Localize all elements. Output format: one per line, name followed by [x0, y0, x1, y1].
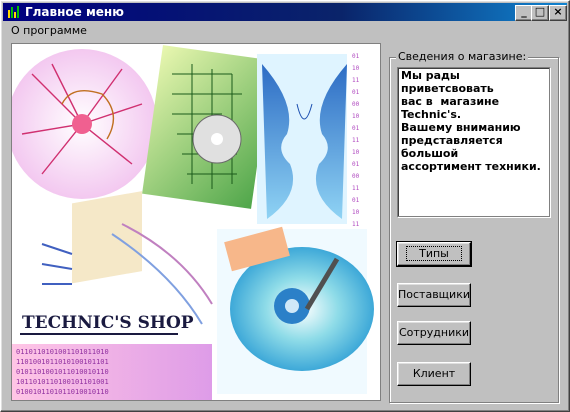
menu-item-about[interactable]: О программе	[11, 24, 87, 37]
close-icon: ×	[553, 5, 563, 18]
close-button[interactable]: ×	[549, 5, 567, 21]
svg-text:00: 00	[352, 101, 360, 108]
svg-text:11: 11	[352, 185, 360, 192]
main-window: Главное меню _ □ × О программе 01 10 11 …	[0, 0, 570, 412]
svg-text:01: 01	[352, 125, 360, 132]
title-bar[interactable]: Главное меню _ □ ×	[3, 3, 567, 21]
svg-text:01: 01	[352, 161, 360, 168]
banner-artwork: 01101101 00100111 10010011 01101101 0110	[12, 44, 380, 400]
maximize-icon: □	[534, 5, 546, 18]
suppliers-button[interactable]: Поставщики	[397, 283, 471, 307]
staff-button[interactable]: Сотрудники	[397, 321, 471, 345]
types-button-label: Типы	[406, 246, 462, 261]
minimize-icon: _	[521, 5, 527, 18]
svg-text:10: 10	[352, 149, 360, 156]
svg-text:1101001011010100101101: 1101001011010100101101	[16, 358, 109, 366]
svg-text:10: 10	[352, 113, 360, 120]
svg-text:01: 01	[352, 197, 360, 204]
svg-text:10: 10	[352, 209, 360, 216]
client-button[interactable]: Клиент	[397, 362, 471, 386]
staff-button-label: Сотрудники	[398, 326, 470, 339]
svg-text:01: 01	[352, 89, 360, 96]
svg-text:10: 10	[352, 65, 360, 72]
menu-bar: О программе	[3, 22, 567, 40]
app-icon	[8, 6, 19, 18]
svg-text:01: 01	[352, 53, 360, 60]
window-title: Главное меню	[25, 5, 124, 19]
types-button[interactable]: Типы	[396, 241, 472, 267]
svg-text:11: 11	[352, 137, 360, 144]
svg-text:0101101001011010010110: 0101101001011010010110	[16, 368, 109, 376]
client-button-label: Клиент	[412, 367, 456, 380]
svg-text:1011010110100101101001: 1011010110100101101001	[16, 378, 109, 386]
svg-text:0110110101001101011010: 0110110101001101011010	[16, 348, 109, 356]
svg-text:11: 11	[352, 221, 360, 228]
suppliers-button-label: Поставщики	[398, 288, 470, 301]
shop-banner-image: 01101101 00100111 10010011 01101101 0110	[11, 43, 381, 401]
banner-caption: TECHNIC'S SHOP	[22, 313, 194, 333]
svg-text:11: 11	[352, 77, 360, 84]
shop-info-memo[interactable]: Мы рады приветсвовать вас в магазине Tec…	[397, 67, 550, 217]
shop-info-legend: Сведения о магазине:	[396, 50, 529, 63]
svg-text:0100101101011010010110: 0100101101011010010110	[16, 388, 109, 396]
maximize-button[interactable]: □	[531, 5, 549, 21]
svg-text:00: 00	[352, 173, 360, 180]
